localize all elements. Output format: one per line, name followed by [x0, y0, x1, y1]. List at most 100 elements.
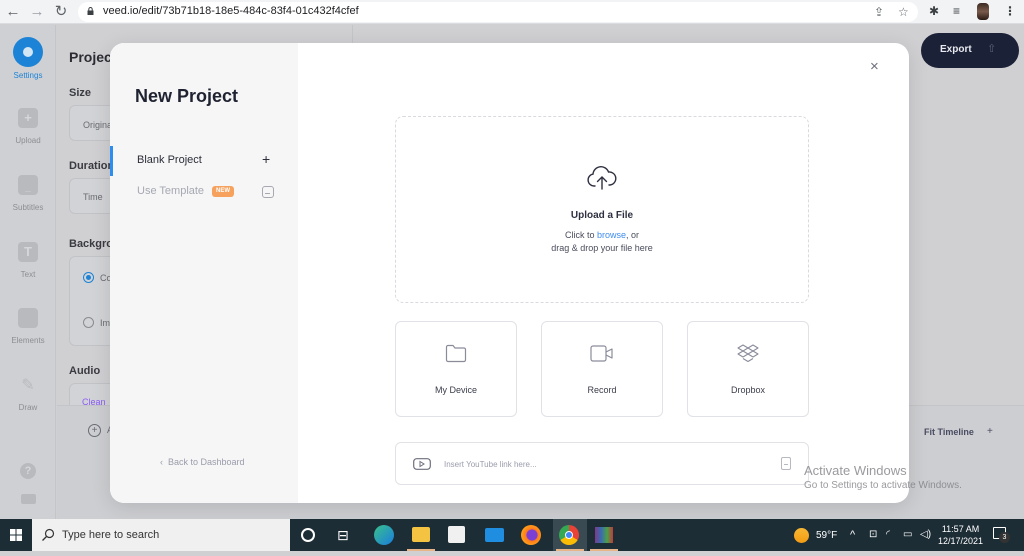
tab-label: Use Template — [137, 185, 205, 197]
bg-option-label: Im — [100, 318, 110, 328]
help-icon: ? — [20, 463, 36, 479]
battery-icon[interactable]: ▭ — [903, 529, 912, 540]
nav-settings[interactable]: Settings — [0, 37, 56, 80]
browse-link[interactable]: browse — [597, 230, 626, 240]
blank-project-tab[interactable]: Blank Project + — [110, 146, 298, 176]
share-icon[interactable]: ⇪ — [874, 5, 884, 19]
size-label: Size — [69, 87, 92, 99]
help-button[interactable]: ? — [0, 463, 56, 479]
export-button[interactable]: Export ⇧ — [921, 33, 1019, 68]
volume-icon[interactable]: ◁) — [920, 529, 931, 540]
activate-windows-watermark: Activate Windows Go to Settings to activ… — [804, 463, 962, 491]
reload-button[interactable]: ↻ — [52, 3, 70, 21]
firefox-icon[interactable] — [521, 525, 541, 545]
show-hidden-icons[interactable]: ^ — [850, 529, 855, 541]
task-view-icon[interactable]: ⊟ — [337, 525, 357, 545]
weather-icon[interactable] — [794, 528, 809, 543]
subtitles-icon: _ — [18, 175, 38, 195]
new-badge: NEW — [212, 186, 234, 197]
youtube-link-input[interactable] — [444, 456, 764, 472]
panel-title: Projec — [69, 49, 112, 65]
template-icon — [262, 186, 274, 198]
nav-subtitles[interactable]: _ Subtitles — [0, 175, 56, 212]
upload-title: Upload a File — [570, 210, 634, 221]
bookmark-star-icon[interactable]: ☆ — [898, 5, 909, 19]
bg-image-radio[interactable] — [83, 317, 94, 328]
bg-color-radio[interactable] — [83, 272, 94, 283]
forward-button[interactable]: → — [28, 3, 46, 21]
nav-text[interactable]: T Text — [0, 242, 56, 279]
chevron-left-icon: ‹ — [160, 457, 163, 467]
export-label: Export — [940, 44, 972, 55]
source-label: Dropbox — [730, 385, 766, 395]
add-media-button[interactable]: + — [88, 424, 101, 437]
winrar-icon[interactable] — [595, 527, 613, 543]
my-device-button[interactable]: My Device — [395, 321, 517, 417]
record-button[interactable]: Record — [541, 321, 663, 417]
use-template-tab[interactable]: Use Template NEW — [110, 177, 298, 207]
fit-timeline-button[interactable]: Fit Timeline — [924, 427, 974, 437]
media-control-icon[interactable]: ≡ — [953, 4, 960, 18]
start-button[interactable] — [0, 519, 32, 551]
weather-temp[interactable]: 59°F — [816, 530, 837, 541]
upload-dropzone[interactable]: Upload a File Click to browse, or drag &… — [395, 116, 809, 303]
keyboard-icon — [20, 494, 36, 504]
chrome-icon[interactable] — [559, 525, 579, 545]
plus-icon: + — [262, 151, 271, 167]
dropbox-icon — [737, 344, 759, 363]
address-bar[interactable]: veed.io/edit/73b71b18-18e5-484c-83f4-01c… — [78, 2, 918, 22]
mail-icon[interactable] — [485, 528, 504, 542]
nav-label: Settings — [13, 71, 43, 80]
watermark-title: Activate Windows — [804, 463, 907, 478]
source-label: Record — [587, 385, 617, 395]
paste-icon[interactable] — [781, 457, 791, 470]
extensions-icon[interactable]: ✱ — [929, 4, 939, 18]
cortana-icon[interactable] — [301, 528, 315, 542]
nav-upload[interactable]: + Upload — [0, 108, 56, 145]
upload-text: drag & drop your file here — [551, 243, 653, 253]
watermark-subtitle: Go to Settings to activate Windows. — [804, 480, 962, 491]
new-project-modal: New Project Blank Project + Use Template… — [110, 43, 909, 503]
duration-label: Duration — [69, 160, 115, 172]
folder-icon — [445, 344, 467, 363]
dropbox-button[interactable]: Dropbox — [687, 321, 809, 417]
tab-label: Blank Project — [137, 154, 202, 166]
nav-label: Subtitles — [12, 203, 44, 212]
youtube-link-field[interactable] — [395, 442, 809, 485]
nav-elements[interactable]: Elements — [0, 308, 56, 345]
menu-kebab-icon[interactable]: ⋮ — [1004, 4, 1016, 18]
file-explorer-icon[interactable] — [412, 527, 430, 542]
meet-now-icon[interactable]: ⊡ — [869, 529, 877, 540]
youtube-play-icon — [413, 458, 431, 470]
back-button[interactable]: ← — [4, 3, 22, 21]
source-label: My Device — [434, 385, 477, 395]
nav-label: Text — [20, 270, 36, 279]
video-camera-icon — [590, 345, 613, 362]
notifications-button[interactable]: 3 — [993, 527, 1010, 543]
plus-icon: + — [18, 108, 38, 128]
wifi-icon[interactable]: ◜ — [886, 529, 890, 540]
text-icon: T — [18, 242, 38, 262]
search-placeholder: Type here to search — [62, 529, 160, 541]
size-value: Origina — [83, 120, 113, 130]
upload-instructions: Click to browse, or drag & drop your fil… — [396, 229, 808, 255]
duration-value: Time — [83, 192, 103, 202]
nav-label: Draw — [18, 403, 38, 412]
taskbar-search[interactable]: Type here to search — [32, 519, 290, 551]
elements-icon — [18, 308, 38, 328]
upload-text: Click to — [564, 230, 597, 240]
upload-text: , or — [626, 230, 640, 240]
clock[interactable]: 11:57 AM 12/17/2021 — [938, 523, 983, 547]
url-text[interactable]: veed.io/edit/73b71b18-18e5-484c-83f4-01c… — [103, 5, 359, 17]
edge-icon[interactable] — [374, 525, 394, 545]
back-to-dashboard-link[interactable]: ‹ Back to Dashboard — [160, 457, 245, 467]
close-button[interactable]: × — [870, 58, 879, 75]
profile-avatar[interactable] — [977, 3, 989, 20]
modal-sidebar: New Project Blank Project + Use Template… — [110, 43, 298, 503]
zoom-in-button[interactable]: + — [987, 426, 993, 437]
nav-draw[interactable]: ✎ Draw — [0, 375, 56, 412]
windows-taskbar: Type here to search ⊟ 59°F ^ ⊡ ◜ ▭ ◁) 11… — [0, 519, 1024, 551]
keyboard-shortcuts-button[interactable] — [0, 494, 56, 504]
cloud-upload-icon — [587, 166, 617, 190]
store-icon[interactable] — [448, 526, 465, 543]
